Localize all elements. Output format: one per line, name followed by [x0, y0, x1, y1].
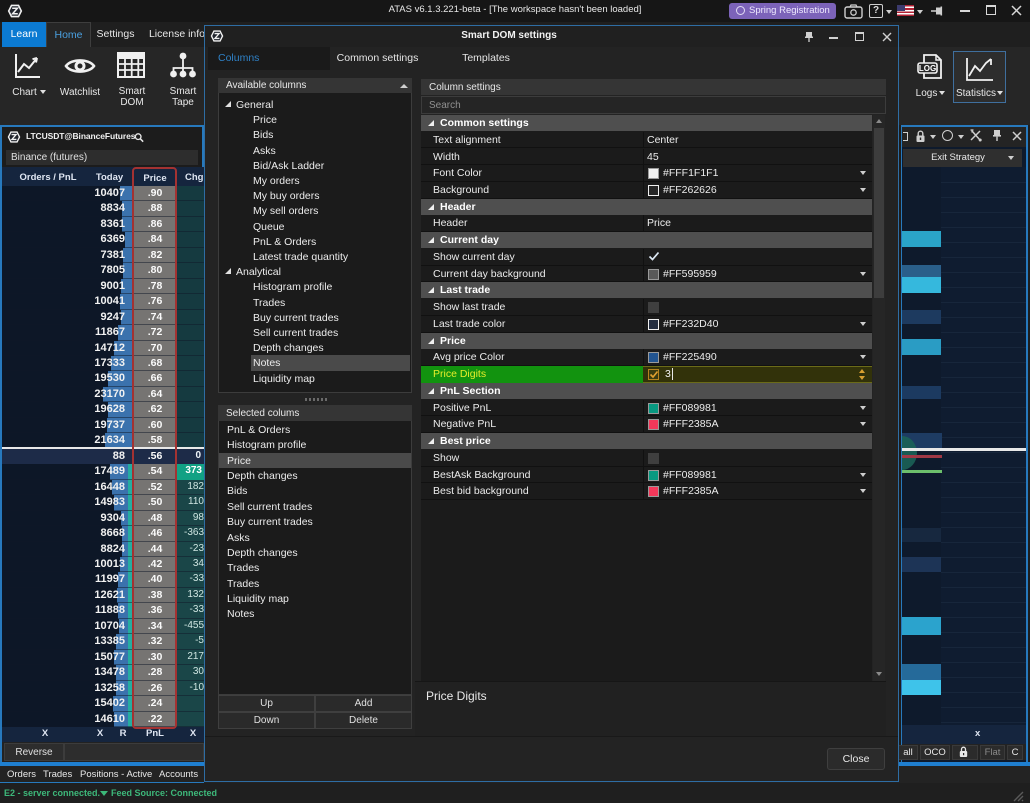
svg-text:LOG: LOG	[919, 64, 936, 73]
